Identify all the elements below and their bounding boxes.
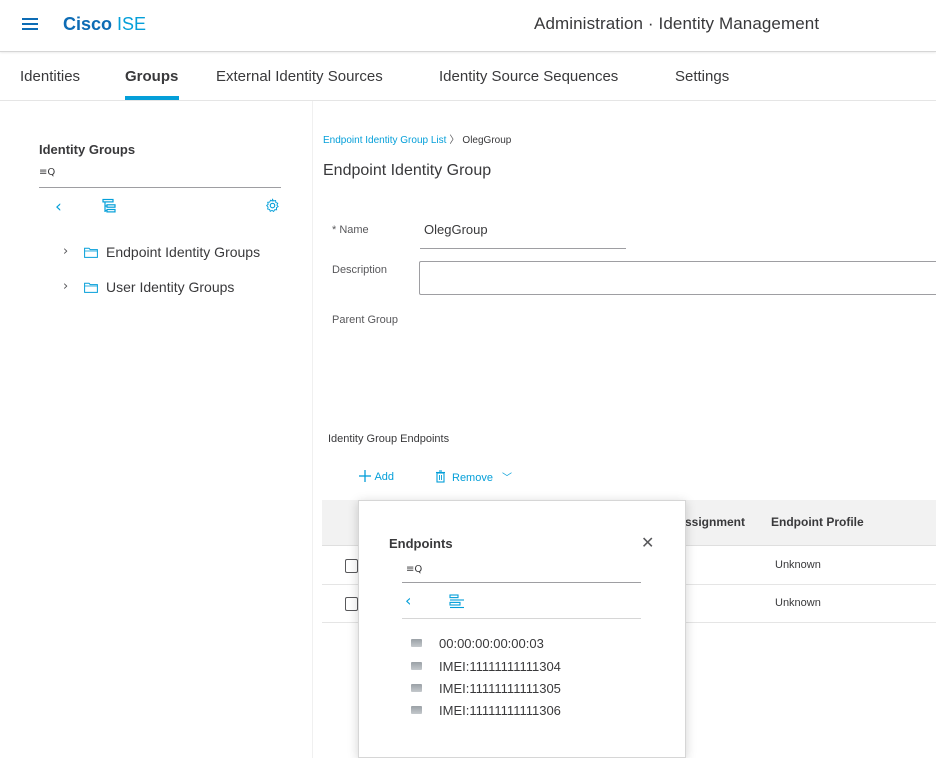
name-input-underline	[420, 248, 626, 249]
row-checkbox[interactable]	[345, 597, 358, 611]
gear-icon[interactable]	[265, 198, 280, 213]
tab-identities[interactable]: Identities	[20, 68, 80, 85]
back-chevron-icon[interactable]: ‹	[405, 591, 411, 610]
search-filter-icon[interactable]: ≡Q	[406, 564, 422, 575]
description-label: Description	[332, 264, 388, 276]
parent-group-label: Parent Group	[332, 314, 399, 326]
active-tab-indicator	[125, 96, 179, 100]
tab-settings[interactable]: Settings	[675, 68, 729, 85]
trash-icon	[436, 470, 445, 483]
page-title: Administration · Identity Management	[534, 14, 820, 33]
popover-search-input[interactable]	[402, 582, 641, 583]
tab-groups[interactable]: Groups	[125, 68, 178, 85]
column-header-endpoint-profile[interactable]: Endpoint Profile	[771, 515, 864, 529]
breadcrumb: Endpoint Identity Group List 〉 OlegGroup	[323, 131, 511, 146]
brand-logo[interactable]: Cisco ISE	[63, 14, 146, 35]
hamburger-menu-icon[interactable]	[20, 14, 40, 34]
name-label: * Name	[332, 224, 369, 236]
identity-group-endpoints-title: Identity Group Endpoints	[328, 433, 450, 445]
chevron-right-icon[interactable]: ›	[63, 279, 68, 294]
endpoints-popover: Endpoints ✕ ≡Q ‹ 00:00:00:00:00:03 IMEI:…	[358, 500, 686, 758]
breadcrumb-link[interactable]: Endpoint Identity Group List	[323, 135, 446, 146]
endpoint-icon	[411, 684, 422, 692]
breadcrumb-current: OlegGroup	[462, 135, 512, 146]
top-bar: Cisco ISE Administration · Identity Mana…	[0, 0, 936, 52]
tab-external-identity-sources[interactable]: External Identity Sources	[216, 68, 383, 85]
name-input[interactable]: OlegGroup	[424, 222, 488, 237]
breadcrumb-separator-icon: 〉	[449, 135, 460, 146]
back-chevron-icon[interactable]: ‹	[55, 197, 62, 217]
identity-groups-title: Identity Groups	[39, 142, 136, 157]
list-view-icon[interactable]	[449, 594, 465, 609]
tab-identity-source-sequences[interactable]: Identity Source Sequences	[439, 68, 618, 85]
folder-icon	[84, 282, 98, 293]
tab-bar: Identities Groups External Identity Sour…	[0, 53, 936, 101]
popover-divider	[402, 618, 641, 619]
endpoint-icon	[411, 662, 422, 670]
endpoint-profile-cell: Unknown	[775, 597, 821, 609]
chevron-right-icon[interactable]: ›	[63, 244, 68, 259]
form-title: Endpoint Identity Group	[323, 162, 492, 179]
folder-icon	[84, 247, 98, 258]
panel-divider	[312, 101, 313, 758]
popover-title: Endpoints	[389, 536, 453, 551]
remove-button[interactable]: Remove ﹀	[435, 469, 512, 484]
column-header-assignment[interactable]: ssignment	[685, 515, 745, 529]
endpoint-profile-cell: Unknown	[775, 559, 821, 571]
endpoint-icon	[411, 706, 422, 714]
tree-view-icon[interactable]	[101, 198, 117, 214]
tree-item-label: User Identity Groups	[106, 279, 235, 295]
description-input[interactable]	[419, 261, 936, 295]
close-icon[interactable]: ✕	[641, 533, 654, 552]
search-filter-icon[interactable]: ≡Q	[39, 167, 55, 178]
row-checkbox[interactable]	[345, 559, 358, 573]
tree-item-label: Endpoint Identity Groups	[106, 244, 261, 260]
chevron-down-icon: ﹀	[502, 473, 513, 484]
left-search-input[interactable]	[39, 187, 281, 188]
add-button[interactable]: Add	[358, 469, 394, 483]
plus-icon	[359, 470, 371, 482]
endpoint-icon	[411, 639, 422, 647]
